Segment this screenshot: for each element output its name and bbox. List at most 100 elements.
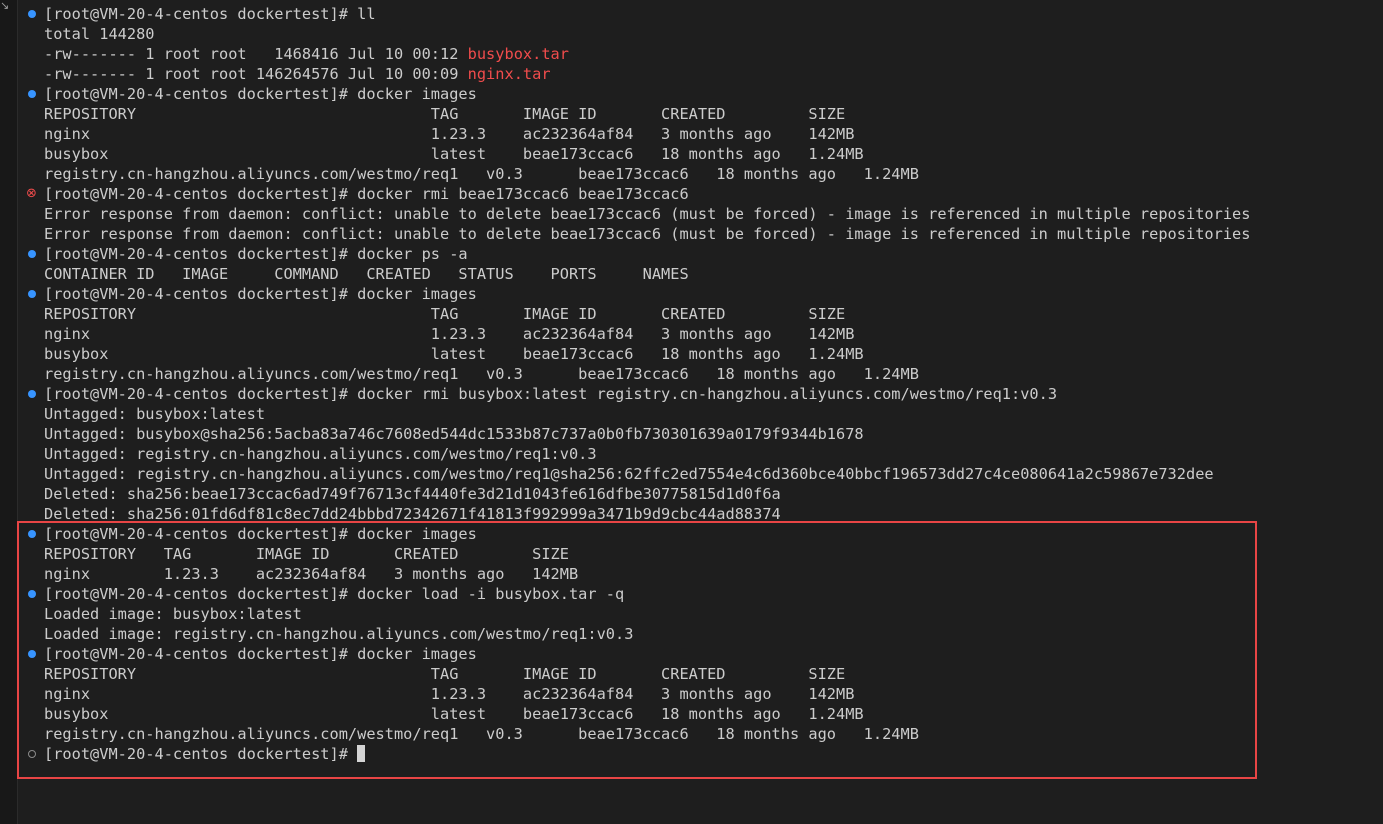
output-line: busybox latest beae173ccac6 18 months ag…	[44, 344, 1250, 364]
output-text: busybox latest beae173ccac6 18 months ag…	[44, 345, 864, 363]
command-success-icon[interactable]	[27, 284, 39, 304]
output-line: Loaded image: busybox:latest	[44, 604, 1250, 624]
output-line: total 144280	[44, 24, 1250, 44]
command-success-icon[interactable]	[27, 84, 39, 104]
output-line: Untagged: busybox@sha256:5acba83a746c760…	[44, 424, 1250, 444]
output-line: nginx 1.23.3 ac232364af84 3 months ago 1…	[44, 684, 1250, 704]
output-line: REPOSITORY TAG IMAGE ID CREATED SIZE	[44, 104, 1250, 124]
output-text: -rw------- 1 root root 146264576 Jul 10 …	[44, 65, 468, 83]
output-line: Untagged: registry.cn-hangzhou.aliyuncs.…	[44, 464, 1250, 484]
command-pending-icon[interactable]	[27, 744, 39, 764]
command-error-icon[interactable]: ⊗	[26, 184, 39, 204]
output-line: -rw------- 1 root root 146264576 Jul 10 …	[44, 64, 1250, 84]
output-text: Loaded image: busybox:latest	[44, 605, 302, 623]
terminal-output[interactable]: [root@VM-20-4-centos dockertest]# ll tota…	[26, 4, 1250, 764]
output-text: Untagged: registry.cn-hangzhou.aliyuncs.…	[44, 445, 597, 463]
command-line: [root@VM-20-4-centos dockertest]# docker…	[28, 244, 1250, 264]
shell-prompt: [root@VM-20-4-centos dockertest]#	[44, 645, 348, 663]
shell-prompt: [root@VM-20-4-centos dockertest]#	[44, 85, 348, 103]
pane-toggle-icon[interactable]: ↘	[0, 0, 14, 12]
output-line: Untagged: registry.cn-hangzhou.aliyuncs.…	[44, 444, 1250, 464]
shell-prompt: [root@VM-20-4-centos dockertest]#	[44, 185, 348, 203]
output-text: Untagged: busybox:latest	[44, 405, 266, 423]
output-text: Deleted: sha256:01fd6df81c8ec7dd24bbbd72…	[44, 505, 781, 523]
command-text: docker images	[347, 85, 477, 103]
output-line: Deleted: sha256:01fd6df81c8ec7dd24bbbd72…	[44, 504, 1250, 524]
text-cursor[interactable]	[357, 745, 366, 762]
output-line: Loaded image: registry.cn-hangzhou.aliyu…	[44, 624, 1250, 644]
command-text	[348, 745, 357, 763]
output-line: nginx 1.23.3 ac232364af84 3 months ago 1…	[44, 324, 1250, 344]
output-text: Untagged: busybox@sha256:5acba83a746c760…	[44, 425, 864, 443]
command-success-icon[interactable]	[27, 584, 39, 604]
output-line: REPOSITORY TAG IMAGE ID CREATED SIZE	[44, 664, 1250, 684]
output-line: registry.cn-hangzhou.aliyuncs.com/westmo…	[44, 364, 1250, 384]
command-success-icon[interactable]	[27, 644, 39, 664]
output-text: nginx 1.23.3 ac232364af84 3 months ago 1…	[44, 685, 855, 703]
output-line: Error response from daemon: conflict: un…	[44, 224, 1250, 244]
output-text: total 144280	[44, 25, 155, 43]
output-line: registry.cn-hangzhou.aliyuncs.com/westmo…	[44, 724, 1250, 744]
output-text: busybox latest beae173ccac6 18 months ag…	[44, 705, 864, 723]
command-text: ll	[347, 5, 376, 23]
output-line: REPOSITORY TAG IMAGE ID CREATED SIZE	[44, 304, 1250, 324]
command-line: [root@VM-20-4-centos dockertest]#	[28, 744, 1250, 764]
shell-prompt: [root@VM-20-4-centos dockertest]#	[44, 585, 348, 603]
shell-prompt: [root@VM-20-4-centos dockertest]#	[44, 285, 348, 303]
output-line: nginx 1.23.3 ac232364af84 3 months ago 1…	[44, 124, 1250, 144]
output-line: CONTAINER ID IMAGE COMMAND CREATED STATU…	[44, 264, 1250, 284]
command-line: [root@VM-20-4-centos dockertest]# docker…	[28, 284, 1250, 304]
output-text: registry.cn-hangzhou.aliyuncs.com/westmo…	[44, 165, 919, 183]
shell-prompt: [root@VM-20-4-centos dockertest]#	[44, 5, 348, 23]
command-text: docker ps -a	[347, 245, 468, 263]
command-success-icon[interactable]	[27, 244, 39, 264]
output-text: registry.cn-hangzhou.aliyuncs.com/westmo…	[44, 725, 919, 743]
output-line: nginx 1.23.3 ac232364af84 3 months ago 1…	[44, 564, 1250, 584]
output-line: busybox latest beae173ccac6 18 months ag…	[44, 704, 1250, 724]
output-line: busybox latest beae173ccac6 18 months ag…	[44, 144, 1250, 164]
shell-prompt: [root@VM-20-4-centos dockertest]#	[44, 385, 348, 403]
output-text: registry.cn-hangzhou.aliyuncs.com/westmo…	[44, 365, 919, 383]
output-text: -rw------- 1 root root 1468416 Jul 10 00…	[44, 45, 468, 63]
command-line: [root@VM-20-4-centos dockertest]# docker…	[28, 524, 1250, 544]
command-line: [root@VM-20-4-centos dockertest]# docker…	[28, 644, 1250, 664]
command-line: [root@VM-20-4-centos dockertest]# docker…	[28, 384, 1250, 404]
output-text: REPOSITORY TAG IMAGE ID CREATED SIZE	[44, 545, 569, 563]
output-text: nginx 1.23.3 ac232364af84 3 months ago 1…	[44, 325, 855, 343]
command-success-icon[interactable]	[27, 524, 39, 544]
output-text: REPOSITORY TAG IMAGE ID CREATED SIZE	[44, 105, 846, 123]
shell-prompt: [root@VM-20-4-centos dockertest]#	[44, 745, 348, 763]
command-text: docker load -i busybox.tar -q	[347, 585, 625, 603]
command-text: docker images	[347, 285, 477, 303]
shell-prompt: [root@VM-20-4-centos dockertest]#	[44, 525, 348, 543]
output-text: REPOSITORY TAG IMAGE ID CREATED SIZE	[44, 665, 846, 683]
decoration-gutter: ↘	[0, 0, 18, 824]
output-text: Error response from daemon: conflict: un…	[44, 205, 1251, 223]
output-line: Deleted: sha256:beae173ccac6ad749f76713c…	[44, 484, 1250, 504]
output-line: Error response from daemon: conflict: un…	[44, 204, 1250, 224]
output-line: -rw------- 1 root root 1468416 Jul 10 00…	[44, 44, 1250, 64]
command-success-icon[interactable]	[27, 384, 39, 404]
command-text: docker rmi beae173ccac6 beae173ccac6	[347, 185, 689, 203]
output-text: CONTAINER ID IMAGE COMMAND CREATED STATU…	[44, 265, 689, 283]
output-line: REPOSITORY TAG IMAGE ID CREATED SIZE	[44, 544, 1250, 564]
output-text: REPOSITORY TAG IMAGE ID CREATED SIZE	[44, 305, 846, 323]
output-text: Untagged: registry.cn-hangzhou.aliyuncs.…	[44, 465, 1214, 483]
archive-filename: nginx.tar	[467, 65, 551, 83]
shell-prompt: [root@VM-20-4-centos dockertest]#	[44, 245, 348, 263]
output-text: Loaded image: registry.cn-hangzhou.aliyu…	[44, 625, 634, 643]
command-text: docker images	[347, 525, 477, 543]
output-text: Deleted: sha256:beae173ccac6ad749f76713c…	[44, 485, 781, 503]
archive-filename: busybox.tar	[467, 45, 569, 63]
output-text: nginx 1.23.3 ac232364af84 3 months ago 1…	[44, 125, 855, 143]
output-text: busybox latest beae173ccac6 18 months ag…	[44, 145, 864, 163]
command-line: [root@VM-20-4-centos dockertest]# ll	[28, 4, 1250, 24]
output-line: Untagged: busybox:latest	[44, 404, 1250, 424]
terminal-panel[interactable]: ↘ [root@VM-20-4-centos dockertest]# ll to…	[0, 0, 1383, 824]
command-line: ⊗ [root@VM-20-4-centos dockertest]# docke…	[26, 184, 1250, 204]
output-line: registry.cn-hangzhou.aliyuncs.com/westmo…	[44, 164, 1250, 184]
command-line: [root@VM-20-4-centos dockertest]# docker…	[28, 84, 1250, 104]
command-line: [root@VM-20-4-centos dockertest]# docker…	[28, 584, 1250, 604]
output-text: nginx 1.23.3 ac232364af84 3 months ago 1…	[44, 565, 579, 583]
command-success-icon[interactable]	[27, 4, 39, 24]
